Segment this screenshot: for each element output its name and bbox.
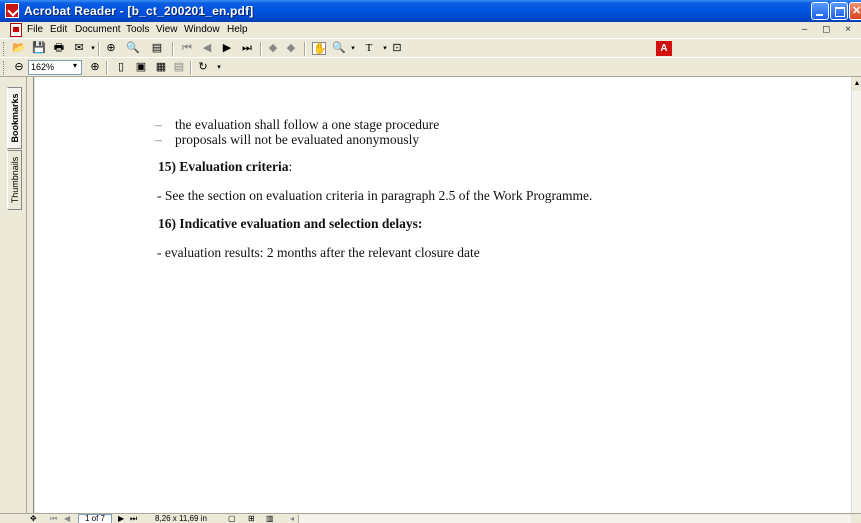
section-16-heading: 16) Indicative evaluation and selection … xyxy=(158,216,423,231)
move-icon[interactable]: ✥ xyxy=(30,514,37,523)
menu-view[interactable]: View xyxy=(156,24,178,35)
page-number-field[interactable]: 1 of 7 xyxy=(78,514,112,523)
first-page-icon[interactable]: ⏮ xyxy=(50,514,57,523)
page-size: 8,26 x 11,69 in xyxy=(155,514,207,523)
document-icon[interactable] xyxy=(10,23,22,37)
section-15-heading-text: 15) Evaluation criteria xyxy=(158,159,289,174)
adobe-logo-icon[interactable]: A xyxy=(656,41,672,56)
document-window-controls[interactable]: – ◻ × xyxy=(802,24,857,35)
section-15-paragraph: - See the section on evaluation criteria… xyxy=(157,188,593,203)
menu-help[interactable]: Help xyxy=(227,24,248,35)
last-page-icon[interactable]: ⏭ xyxy=(130,514,137,523)
previous-view-icon[interactable]: ◆ xyxy=(266,42,280,55)
save-icon[interactable]: 💾 xyxy=(32,42,46,55)
rotate-view-dropdown-icon[interactable]: ▾ xyxy=(212,61,226,74)
find-icon[interactable]: 🔍 xyxy=(126,42,140,55)
section-16-paragraph: - evaluation results: 2 months after the… xyxy=(157,245,480,260)
toolbar-separator xyxy=(304,42,306,56)
zoom-out-icon[interactable]: ⊖ xyxy=(12,61,26,74)
main-toolbar: 📂 💾 🖶 ✉ ▾ ⊕ 🔍 ▤ ⏮ ◀ ▶ ⏭ ◆ ◆ ✋ 🔍 ▾ T ▾ ⊡ … xyxy=(0,38,861,58)
vertical-scrollbar[interactable]: ▲ xyxy=(851,77,861,513)
hand-tool-icon[interactable]: ✋ xyxy=(312,42,327,55)
page-indicator: 1 of 7 xyxy=(84,514,105,523)
ebook-icon[interactable]: ⊕ xyxy=(104,42,118,55)
bullet-text: proposals will not be evaluated anonymou… xyxy=(175,132,420,147)
email-icon[interactable]: ✉ xyxy=(72,42,86,55)
status-bar: ✥ ⏮ ◀ 1 of 7 ▶ ⏭ 8,26 x 11,69 in ▢ ⊞ ▥ ◂ xyxy=(0,513,861,523)
menu-window[interactable]: Window xyxy=(184,24,220,35)
open-icon[interactable]: 📂 xyxy=(12,42,26,55)
tab-bookmarks-label: Bookmarks xyxy=(10,93,20,143)
close-button[interactable] xyxy=(849,2,861,20)
toolbar-separator xyxy=(260,42,262,56)
tab-bookmarks[interactable]: Bookmarks xyxy=(7,87,22,149)
rotate-view-icon[interactable]: ↻ xyxy=(196,61,210,74)
previous-page-icon[interactable]: ◀ xyxy=(200,42,214,55)
menu-tools[interactable]: Tools xyxy=(126,24,149,35)
navigation-pane-icon[interactable]: ▤ xyxy=(150,42,164,55)
toolbar-grip[interactable] xyxy=(3,42,6,56)
tab-thumbnails[interactable]: Thumbnails xyxy=(7,150,22,210)
single-page-layout-icon[interactable]: ▢ xyxy=(228,514,236,523)
zoom-tool-dropdown-icon[interactable]: ▾ xyxy=(346,42,360,55)
next-page-icon[interactable]: ▶ xyxy=(220,42,234,55)
bullet-text: the evaluation shall follow a one stage … xyxy=(175,117,440,132)
facing-layout-icon[interactable]: ▥ xyxy=(266,514,274,523)
view-toolbar: ⊖ 162% ▾ ⊕ ▯ ▣ ▦ ▤ ↻ ▾ xyxy=(0,57,861,77)
scroll-left-icon[interactable]: ◂ xyxy=(290,514,294,523)
first-page-icon[interactable]: ⏮ xyxy=(180,42,194,55)
toolbar-separator xyxy=(172,42,174,56)
navigation-pane: Bookmarks Thumbnails xyxy=(0,77,27,513)
bullet-marker: – xyxy=(155,117,162,132)
zoom-level-value: 162% xyxy=(31,62,55,72)
text-select-icon[interactable]: T xyxy=(362,42,376,55)
zoom-in-icon[interactable]: ⊕ xyxy=(88,61,102,74)
horizontal-scrollbar[interactable] xyxy=(298,515,851,523)
toolbar-grip[interactable] xyxy=(3,61,6,75)
previous-page-icon[interactable]: ◀ xyxy=(64,514,70,523)
title-bar[interactable]: Acrobat Reader - [b_ct_200201_en.pdf] xyxy=(0,0,861,22)
zoom-level-dropdown-icon[interactable]: ▾ xyxy=(73,61,77,70)
acrobat-window: Acrobat Reader - [b_ct_200201_en.pdf] Fi… xyxy=(0,0,861,523)
fit-visible-icon[interactable]: ▤ xyxy=(172,61,186,74)
toolbar-separator xyxy=(98,42,100,56)
fit-page-icon[interactable]: ▣ xyxy=(134,61,148,74)
zoom-tool-icon[interactable]: 🔍 xyxy=(332,42,346,55)
menu-document[interactable]: Document xyxy=(75,24,121,35)
acrobat-app-icon[interactable] xyxy=(5,3,19,18)
continuous-layout-icon[interactable]: ⊞ xyxy=(248,514,255,523)
section-15-heading: 15) Evaluation criteria: xyxy=(158,159,292,175)
bullet-item: – proposals will not be evaluated anonymo… xyxy=(155,132,419,148)
section-15-heading-colon: : xyxy=(288,159,293,174)
last-page-icon[interactable]: ⏭ xyxy=(240,42,254,55)
toolbar-separator xyxy=(190,61,192,75)
window-title: Acrobat Reader - [b_ct_200201_en.pdf] xyxy=(24,4,254,18)
snapshot-icon[interactable]: ⊡ xyxy=(390,42,404,55)
next-page-icon[interactable]: ▶ xyxy=(118,514,124,523)
actual-size-icon[interactable]: ▯ xyxy=(114,61,128,74)
scroll-up-icon[interactable]: ▲ xyxy=(852,77,861,91)
tab-thumbnails-label: Thumbnails xyxy=(10,156,20,204)
maximize-button[interactable] xyxy=(830,2,848,20)
minimize-button[interactable] xyxy=(811,2,829,20)
bullet-marker: – xyxy=(155,132,162,147)
pane-splitter[interactable] xyxy=(27,77,34,513)
menu-file[interactable]: File xyxy=(27,24,43,35)
print-icon[interactable]: 🖶 xyxy=(52,42,66,55)
bullet-item: – the evaluation shall follow a one stage… xyxy=(155,117,439,133)
menu-edit[interactable]: Edit xyxy=(50,24,67,35)
fit-width-icon[interactable]: ▦ xyxy=(154,61,168,74)
document-view[interactable]: – the evaluation shall follow a one stage… xyxy=(35,77,851,513)
menu-bar: File Edit Document Tools View Window Hel… xyxy=(0,22,861,38)
toolbar-separator xyxy=(106,61,108,75)
next-view-icon[interactable]: ◆ xyxy=(284,42,298,55)
